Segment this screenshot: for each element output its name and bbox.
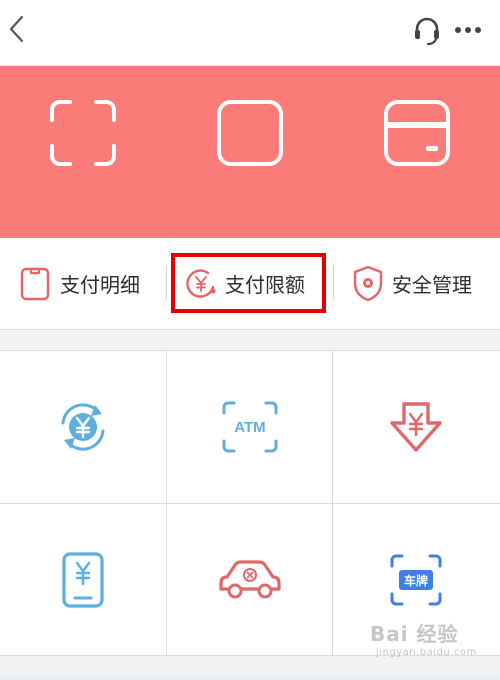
yen-down-arrow-icon: [390, 402, 442, 452]
security-management-shortcut[interactable]: 安全管理: [350, 258, 472, 308]
receipt-icon: [20, 267, 50, 301]
headset-icon: [415, 17, 439, 46]
atm-icon: ATM: [222, 401, 278, 453]
grid-item-mobile-pay[interactable]: [0, 504, 166, 656]
scan-button[interactable]: [48, 98, 118, 168]
shortcut-label: 安全管理: [392, 274, 472, 297]
card-button[interactable]: [382, 98, 452, 168]
back-button[interactable]: [4, 12, 34, 46]
bottom-strip: [0, 674, 500, 680]
pay-code-button[interactable]: [215, 98, 285, 168]
grid-item-deposit[interactable]: [333, 351, 499, 503]
divider: [166, 266, 167, 300]
atm-text: ATM: [234, 419, 265, 436]
chevron-left-icon: [9, 15, 24, 43]
card-icon: [384, 100, 450, 166]
top-bar: [0, 0, 500, 66]
yen-exchange-icon: [61, 403, 105, 451]
plate-text: 车牌: [404, 573, 428, 588]
shield-icon: [353, 265, 383, 302]
hero-banner: [0, 66, 500, 238]
grid-item-car[interactable]: [167, 504, 333, 656]
more-button[interactable]: [452, 18, 484, 42]
shortcut-label: 支付明细: [60, 274, 140, 297]
service-grid: ATM 车牌: [0, 350, 500, 657]
watermark: Bai 经验 jingyan.baidu.com: [370, 618, 498, 668]
watermark-main: Bai 经验: [370, 622, 459, 646]
square-icon: [217, 100, 283, 166]
car-icon: [219, 560, 281, 599]
customer-service-button[interactable]: [410, 14, 444, 48]
highlight-box: [171, 253, 326, 313]
license-plate-icon: 车牌: [390, 554, 442, 606]
divider: [333, 266, 334, 300]
phone-yen-icon: [62, 552, 104, 608]
watermark-sub: jingyan.baidu.com: [376, 647, 477, 658]
ellipsis-icon: [455, 27, 481, 33]
grid-item-exchange[interactable]: [0, 351, 166, 503]
scan-icon: [50, 100, 116, 166]
grid-item-atm[interactable]: ATM: [167, 351, 333, 503]
payment-details-shortcut[interactable]: 支付明细: [18, 258, 140, 308]
